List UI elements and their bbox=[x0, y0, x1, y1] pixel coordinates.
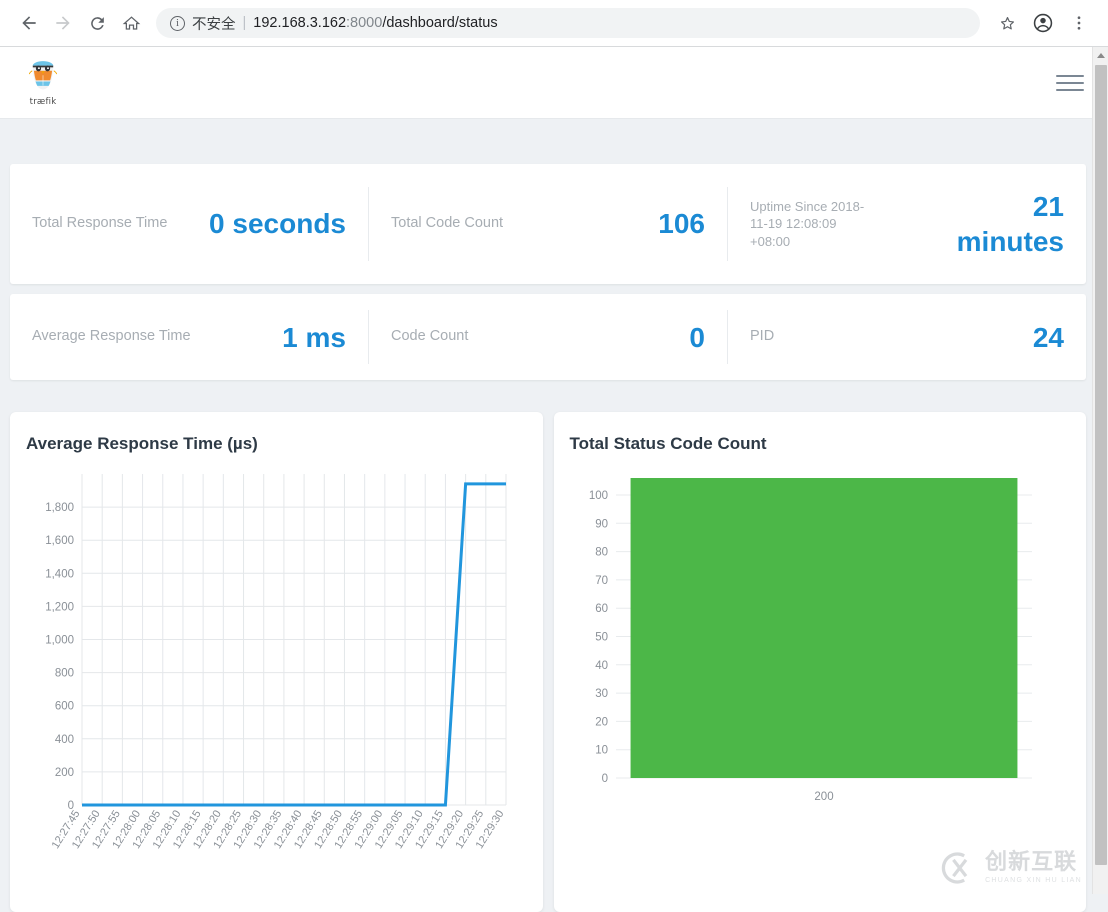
stat-value: 1 ms bbox=[282, 320, 346, 355]
stat-value: 0 seconds bbox=[209, 206, 346, 241]
stats-row-secondary: Average Response Time 1 ms Code Count 0 … bbox=[10, 294, 1086, 380]
stat-value: 21 minutes bbox=[934, 189, 1064, 259]
chart-card-total-status-code-count: Total Status Code Count 0 10 20 30 40 50 60 70 8… bbox=[554, 412, 1087, 912]
stat-code-count: Code Count 0 bbox=[368, 310, 727, 363]
browser-actions bbox=[990, 6, 1096, 40]
chart-title: Total Status Code Count bbox=[570, 434, 1071, 454]
url-path: /dashboard/status bbox=[382, 15, 497, 31]
forward-button[interactable] bbox=[46, 6, 80, 40]
traefik-logo[interactable]: træfik bbox=[20, 58, 66, 107]
bar-series-rect bbox=[630, 478, 1017, 778]
stat-value: 0 bbox=[689, 320, 705, 355]
y-axis-tick-label: 80 bbox=[595, 547, 608, 559]
y-axis-tick-label: 70 bbox=[595, 575, 608, 587]
y-axis-tick-label: 10 bbox=[595, 745, 608, 757]
page-scrollbar[interactable] bbox=[1092, 47, 1108, 894]
hamburger-line-3 bbox=[1056, 89, 1084, 91]
chart-card-average-response-time: Average Response Time (µs) 12:27:4512:27… bbox=[10, 412, 543, 912]
y-axis-tick-label: 800 bbox=[55, 668, 74, 680]
top-spacer-band bbox=[0, 120, 1096, 164]
url-port: :8000 bbox=[346, 15, 382, 31]
arrow-left-icon bbox=[19, 13, 39, 33]
bar-chart-svg: 0 10 20 30 40 50 60 70 80 90 100 200 bbox=[570, 460, 1070, 880]
y-axis-tick-label: 20 bbox=[595, 716, 608, 728]
stat-label: Total Code Count bbox=[391, 214, 513, 234]
y-axis-tick-label: 1,800 bbox=[45, 502, 74, 514]
bar-chart-plot[interactable]: 0 10 20 30 40 50 60 70 80 90 100 200 bbox=[570, 460, 1071, 880]
line-chart-svg: 12:27:4512:27:5012:27:5512:28:0012:28:05… bbox=[26, 460, 522, 880]
browser-menu-button[interactable] bbox=[1062, 6, 1096, 40]
y-axis-tick-label: 40 bbox=[595, 660, 608, 672]
hamburger-line-2 bbox=[1056, 82, 1084, 84]
app-header: træfik bbox=[0, 47, 1108, 119]
address-bar[interactable]: i 不安全 | 192.168.3.162:8000/dashboard/sta… bbox=[156, 8, 980, 38]
security-status-label: 不安全 bbox=[192, 13, 236, 34]
y-axis-tick-label: 1,600 bbox=[45, 535, 74, 547]
profile-button[interactable] bbox=[1026, 6, 1060, 40]
y-axis-tick-label: 1,200 bbox=[45, 601, 74, 613]
arrow-right-icon bbox=[53, 13, 73, 33]
traefik-logo-text: træfik bbox=[30, 97, 57, 107]
charts-section: Average Response Time (µs) 12:27:4512:27… bbox=[0, 390, 1096, 912]
y-axis-tick-label: 0 bbox=[601, 773, 607, 785]
info-icon[interactable]: i bbox=[170, 16, 185, 31]
stat-label: Code Count bbox=[391, 327, 478, 347]
bookmark-star-icon bbox=[998, 14, 1017, 33]
scroll-up-arrow-icon[interactable] bbox=[1093, 47, 1108, 63]
y-axis-tick-label: 400 bbox=[55, 734, 74, 746]
stat-pid: PID 24 bbox=[727, 310, 1086, 363]
reload-icon bbox=[88, 14, 107, 33]
y-axis-tick-label: 100 bbox=[588, 490, 607, 502]
stat-average-response-time: Average Response Time 1 ms bbox=[10, 310, 368, 363]
bookmark-button[interactable] bbox=[990, 6, 1024, 40]
stat-label: Total Response Time bbox=[32, 214, 177, 234]
dashboard-status-page: Total Response Time 0 seconds Total Code… bbox=[0, 120, 1096, 894]
y-axis-tick-label: 50 bbox=[595, 631, 608, 643]
y-axis-tick-label: 0 bbox=[68, 800, 74, 812]
reload-button[interactable] bbox=[80, 6, 114, 40]
browser-toolbar: i 不安全 | 192.168.3.162:8000/dashboard/sta… bbox=[0, 0, 1108, 47]
x-axis-tick-label: 200 bbox=[814, 791, 833, 803]
y-axis-tick-label: 60 bbox=[595, 603, 608, 615]
y-axis-tick-label: 30 bbox=[595, 688, 608, 700]
stat-value: 106 bbox=[658, 206, 705, 241]
stat-uptime-since: Uptime Since 2018-11-19 12:08:09 +08:00 … bbox=[727, 187, 1086, 261]
profile-avatar-icon bbox=[1032, 12, 1054, 34]
traefik-logo-icon bbox=[26, 58, 60, 96]
scrollbar-thumb[interactable] bbox=[1095, 65, 1107, 865]
y-axis-tick-label: 1,400 bbox=[45, 568, 74, 580]
y-axis-tick-label: 600 bbox=[55, 701, 74, 713]
y-axis-tick-label: 1,000 bbox=[45, 635, 74, 647]
omnibox-separator: | bbox=[243, 15, 247, 31]
home-icon bbox=[122, 14, 141, 33]
url-host: 192.168.3.162 bbox=[253, 15, 346, 31]
stat-label: Uptime Since 2018-11-19 12:08:09 +08:00 bbox=[750, 198, 880, 251]
line-chart-plot[interactable]: 12:27:4512:27:5012:27:5512:28:0012:28:05… bbox=[26, 460, 527, 880]
url-text: 192.168.3.162:8000/dashboard/status bbox=[253, 15, 497, 31]
back-button[interactable] bbox=[12, 6, 46, 40]
y-axis-tick-label: 90 bbox=[595, 518, 608, 530]
home-button[interactable] bbox=[114, 6, 148, 40]
three-dot-menu-icon bbox=[1070, 14, 1088, 32]
y-axis-tick-label: 200 bbox=[55, 767, 74, 779]
chart-title: Average Response Time (µs) bbox=[26, 434, 527, 454]
stats-row-primary: Total Response Time 0 seconds Total Code… bbox=[10, 164, 1086, 284]
stat-value: 24 bbox=[1033, 320, 1064, 355]
line-series-path bbox=[82, 484, 506, 805]
stat-label: Average Response Time bbox=[32, 327, 201, 347]
hamburger-menu-icon[interactable] bbox=[1056, 75, 1084, 91]
stat-label: PID bbox=[750, 327, 784, 347]
stat-total-code-count: Total Code Count 106 bbox=[368, 187, 727, 261]
stat-total-response-time: Total Response Time 0 seconds bbox=[10, 187, 368, 261]
hamburger-line-1 bbox=[1056, 75, 1084, 77]
